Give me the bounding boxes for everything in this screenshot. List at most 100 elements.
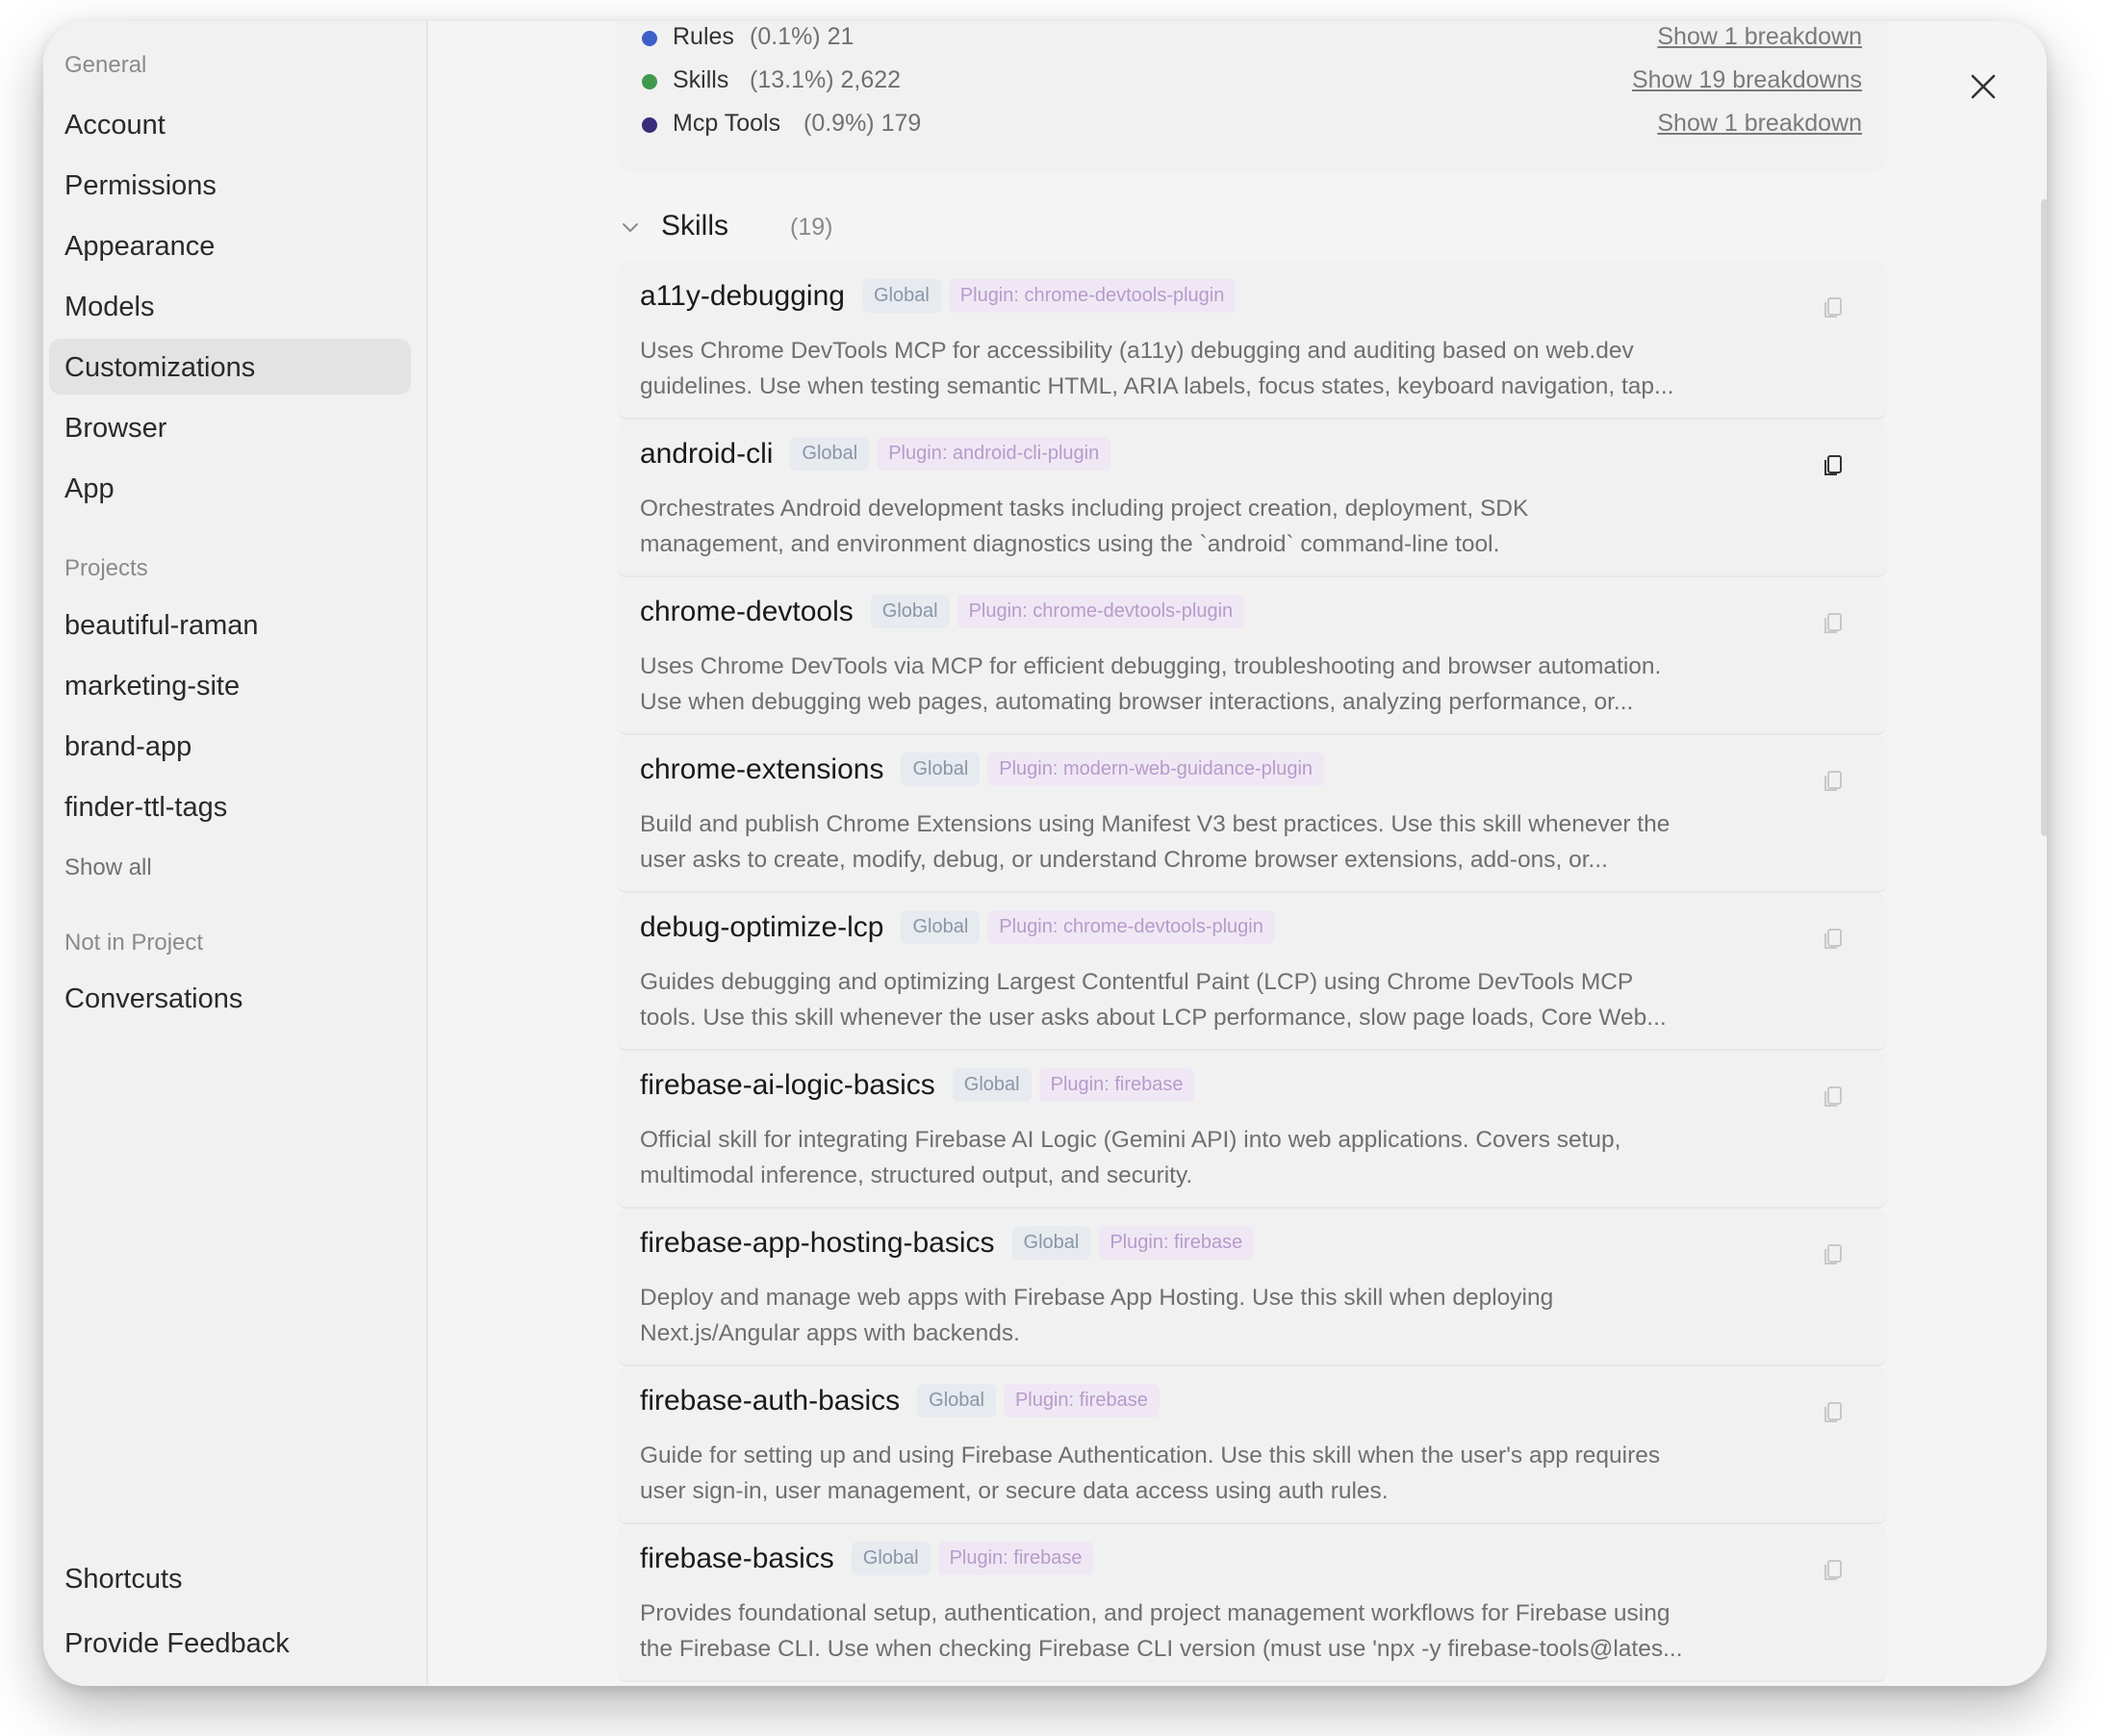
scope-badge: Global [917, 1384, 996, 1417]
skill-description-line: multimodal inference, structured output,… [640, 1162, 1193, 1188]
skill-name: chrome-extensions [640, 753, 884, 785]
sidebar-project-item[interactable]: marketing-site [64, 671, 240, 702]
sidebar-item-browser[interactable]: Browser [64, 413, 166, 445]
skill-description-line: Uses Chrome DevTools MCP for accessibili… [640, 338, 1634, 364]
skill-card: firebase-auth-basics Global Plugin: fireba… [617, 1366, 1887, 1524]
skill-name: android-cli [640, 438, 774, 470]
copy-icon [1824, 929, 1842, 949]
sidebar-project-item[interactable]: finder-ttl-tags [64, 792, 227, 824]
skill-description: Orchestrates Android development tasks i… [640, 491, 1795, 562]
scope-badge: Global [870, 595, 950, 628]
scope-badge: Global [901, 910, 981, 944]
sidebar-item-conversations[interactable]: Conversations [64, 983, 242, 1015]
copy-icon [1824, 1402, 1842, 1422]
skill-description-line: Uses Chrome DevTools via MCP for efficie… [640, 653, 1662, 679]
summary-stats: (13.1%) 2,622 [750, 66, 902, 93]
sidebar-project-item[interactable]: brand-app [64, 731, 191, 763]
sidebar-item-appearance[interactable]: Appearance [64, 231, 215, 263]
copy-button[interactable] [1820, 608, 1847, 635]
skill-description: Guides debugging and optimizing Largest … [640, 964, 1795, 1035]
plugin-badge: Plugin: firebase [1098, 1226, 1255, 1260]
summary-label: Rules [673, 23, 734, 50]
settings-window: General Account Permissions Appearance M… [43, 21, 2047, 1686]
plugin-badge: Plugin: chrome-devtools-plugin [948, 279, 1237, 313]
skill-description-line: Next.js/Angular apps with backends. [640, 1320, 1020, 1346]
skills-dot-icon [642, 74, 657, 89]
scope-badge: Global [1011, 1226, 1091, 1260]
summary-stats: (0.9%) 179 [803, 110, 922, 137]
close-icon [1971, 74, 1996, 99]
sidebar-heading-projects: Projects [64, 555, 148, 581]
rules-dot-icon [642, 31, 657, 46]
skill-description-line: Orchestrates Android development tasks i… [640, 496, 1529, 522]
skill-name: firebase-ai-logic-basics [640, 1069, 935, 1101]
sidebar-item-models[interactable]: Models [64, 292, 155, 323]
show-breakdown-link[interactable]: Show 1 breakdown [1657, 110, 1862, 138]
copy-button[interactable] [1820, 1555, 1847, 1582]
copy-button[interactable] [1820, 1082, 1847, 1109]
copy-button[interactable] [1820, 293, 1847, 319]
skill-description: Guide for setting up and using Firebase … [640, 1438, 1795, 1509]
skill-name: debug-optimize-lcp [640, 911, 884, 943]
plugin-badge: Plugin: android-cli-plugin [877, 437, 1111, 471]
skill-description-line: the Firebase CLI. Use when checking Fire… [640, 1636, 1683, 1662]
copy-button[interactable] [1820, 1239, 1847, 1266]
sidebar-item-app[interactable]: App [64, 473, 115, 505]
sidebar-item-account[interactable]: Account [64, 110, 166, 141]
skill-card: a11y-debugging Global Plugin: chrome-devto… [617, 262, 1887, 420]
plugin-badge: Plugin: firebase [1038, 1068, 1195, 1102]
copy-icon [1824, 297, 1842, 318]
skill-name: a11y-debugging [640, 280, 845, 312]
show-breakdown-link[interactable]: Show 1 breakdown [1657, 23, 1862, 51]
skill-description-line: Guide for setting up and using Firebase … [640, 1442, 1661, 1468]
copy-icon [1824, 613, 1842, 633]
skill-description-line: tools. Use this skill whenever the user … [640, 1005, 1667, 1031]
sidebar-heading-general: General [64, 52, 147, 78]
skills-section-title: Skills [661, 210, 729, 242]
chevron-down-icon[interactable] [619, 216, 642, 239]
skill-description-line: management, and environment diagnostics … [640, 531, 1500, 557]
summary-stats: (0.1%) 21 [750, 23, 854, 50]
scope-badge: Global [901, 753, 981, 786]
summary-row-mcp-tools: Mcp Tools (0.9%) 179 Show 1 breakdown [642, 108, 1862, 146]
skill-card: firebase-ai-logic-basics Global Plugin: fi… [617, 1051, 1887, 1209]
skill-card: firebase-basics Global Plugin: firebase Pr… [617, 1524, 1887, 1682]
plugin-badge: Plugin: modern-web-guidance-plugin [987, 753, 1325, 786]
skills-section-count: (19) [790, 214, 833, 241]
scope-badge: Global [851, 1542, 931, 1575]
close-button[interactable] [1964, 67, 2002, 106]
copy-icon [1824, 1244, 1842, 1264]
copy-button[interactable] [1820, 766, 1847, 793]
skill-card: chrome-extensions Global Plugin: modern-we… [617, 735, 1887, 893]
skill-description-line: user sign-in, user management, or secure… [640, 1478, 1389, 1504]
scrollbar[interactable] [2041, 199, 2047, 836]
skill-card: debug-optimize-lcp Global Plugin: chrome-d… [617, 893, 1887, 1051]
skill-description-line: Use when debugging web pages, automating… [640, 689, 1634, 715]
skill-description: Provides foundational setup, authenticat… [640, 1596, 1795, 1667]
sidebar-item-customizations[interactable]: Customizations [64, 352, 255, 384]
skill-description: Uses Chrome DevTools MCP for accessibili… [640, 333, 1795, 404]
copy-icon [1824, 771, 1842, 791]
copy-button[interactable] [1820, 450, 1847, 477]
plugin-badge: Plugin: firebase [937, 1542, 1094, 1575]
copy-button[interactable] [1820, 924, 1847, 951]
skill-name: firebase-auth-basics [640, 1385, 901, 1417]
show-all-projects-link[interactable]: Show all [64, 855, 152, 881]
skill-description-line: Deploy and manage web apps with Firebase… [640, 1285, 1554, 1311]
skill-card: android-cli Global Plugin: android-cli-plu… [617, 420, 1887, 577]
mcp-tools-dot-icon [642, 117, 657, 133]
show-breakdowns-link[interactable]: Show 19 breakdowns [1632, 66, 1862, 94]
sidebar-item-shortcuts[interactable]: Shortcuts [64, 1564, 183, 1596]
sidebar-item-permissions[interactable]: Permissions [64, 170, 217, 202]
sidebar-project-item[interactable]: beautiful-raman [64, 610, 259, 642]
skill-description: Deploy and manage web apps with Firebase… [640, 1280, 1795, 1351]
skill-description-line: Build and publish Chrome Extensions usin… [640, 811, 1671, 837]
skill-description-line: Official skill for integrating Firebase … [640, 1127, 1621, 1153]
scope-badge: Global [861, 279, 941, 313]
skills-section-header[interactable]: Skills (19) [619, 206, 1196, 252]
sidebar-item-provide-feedback[interactable]: Provide Feedback [64, 1628, 290, 1660]
plugin-badge: Plugin: chrome-devtools-plugin [956, 595, 1245, 628]
copy-icon [1824, 1560, 1842, 1580]
copy-button[interactable] [1820, 1397, 1847, 1424]
skill-description-line: user asks to create, modify, debug, or u… [640, 847, 1608, 873]
